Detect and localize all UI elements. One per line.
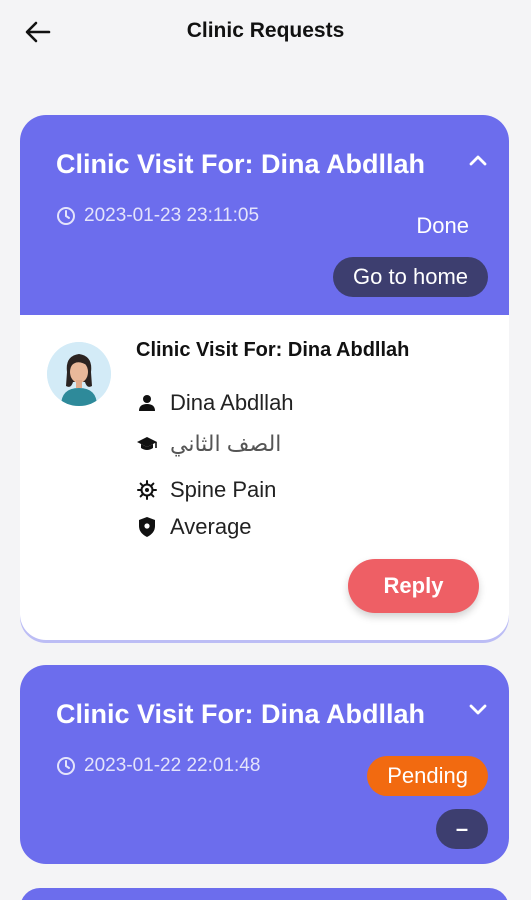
status-badge: Pending: [367, 756, 488, 796]
complaint-row: Spine Pain: [136, 477, 276, 503]
complaint: Spine Pain: [170, 477, 277, 502]
request-card: Clinic Visit For: Dina Abdllah 2023-01-2…: [20, 115, 509, 640]
avatar: [47, 342, 111, 406]
expand-button[interactable]: [465, 697, 491, 723]
request-card[interactable]: [20, 888, 509, 900]
request-datetime: 2023-01-22 22:01:48: [84, 755, 261, 776]
page-title: Clinic Requests: [186, 19, 345, 42]
request-time: 2023-01-22 22:01:48: [56, 755, 260, 777]
request-datetime: 2023-01-23 23:11:05: [84, 205, 260, 226]
virus-icon: [136, 479, 158, 501]
collapse-button[interactable]: [465, 147, 491, 173]
shield-icon: [136, 516, 158, 538]
clock-icon: [57, 207, 75, 225]
request-card-header[interactable]: Clinic Visit For: Dina Abdllah 2023-01-2…: [20, 115, 509, 315]
student-name: Dina Abdllah: [170, 390, 294, 415]
app-bar: Clinic Requests: [0, 0, 531, 64]
detail-title: Clinic Visit For: Dina Abdllah: [136, 339, 410, 361]
request-card: Clinic Visit For: Dina Abdllah 2023-01-2…: [20, 665, 509, 864]
chevron-up-icon: [469, 155, 487, 166]
request-card-header[interactable]: Clinic Visit For: Dina Abdllah 2023-01-2…: [20, 665, 509, 864]
graduation-cap-icon: [136, 433, 158, 455]
action-button[interactable]: –: [436, 809, 488, 849]
request-title: Clinic Visit For: Dina Abdllah: [56, 149, 426, 179]
chevron-down-icon: [469, 704, 487, 715]
student-name-row: Dina Abdllah: [136, 390, 294, 416]
clock-icon: [57, 757, 75, 775]
severity-row: Average: [136, 514, 252, 540]
severity: Average: [170, 514, 252, 539]
reply-button[interactable]: Reply: [348, 559, 479, 613]
person-icon: [136, 392, 158, 414]
status-label: Done: [416, 213, 469, 238]
grade: الصف الثاني: [170, 431, 282, 456]
grade-row: الصف الثاني: [136, 431, 281, 457]
go-to-home-button[interactable]: Go to home: [333, 257, 488, 297]
request-time: 2023-01-23 23:11:05: [56, 205, 259, 227]
request-title: Clinic Visit For: Dina Abdllah: [56, 699, 426, 729]
